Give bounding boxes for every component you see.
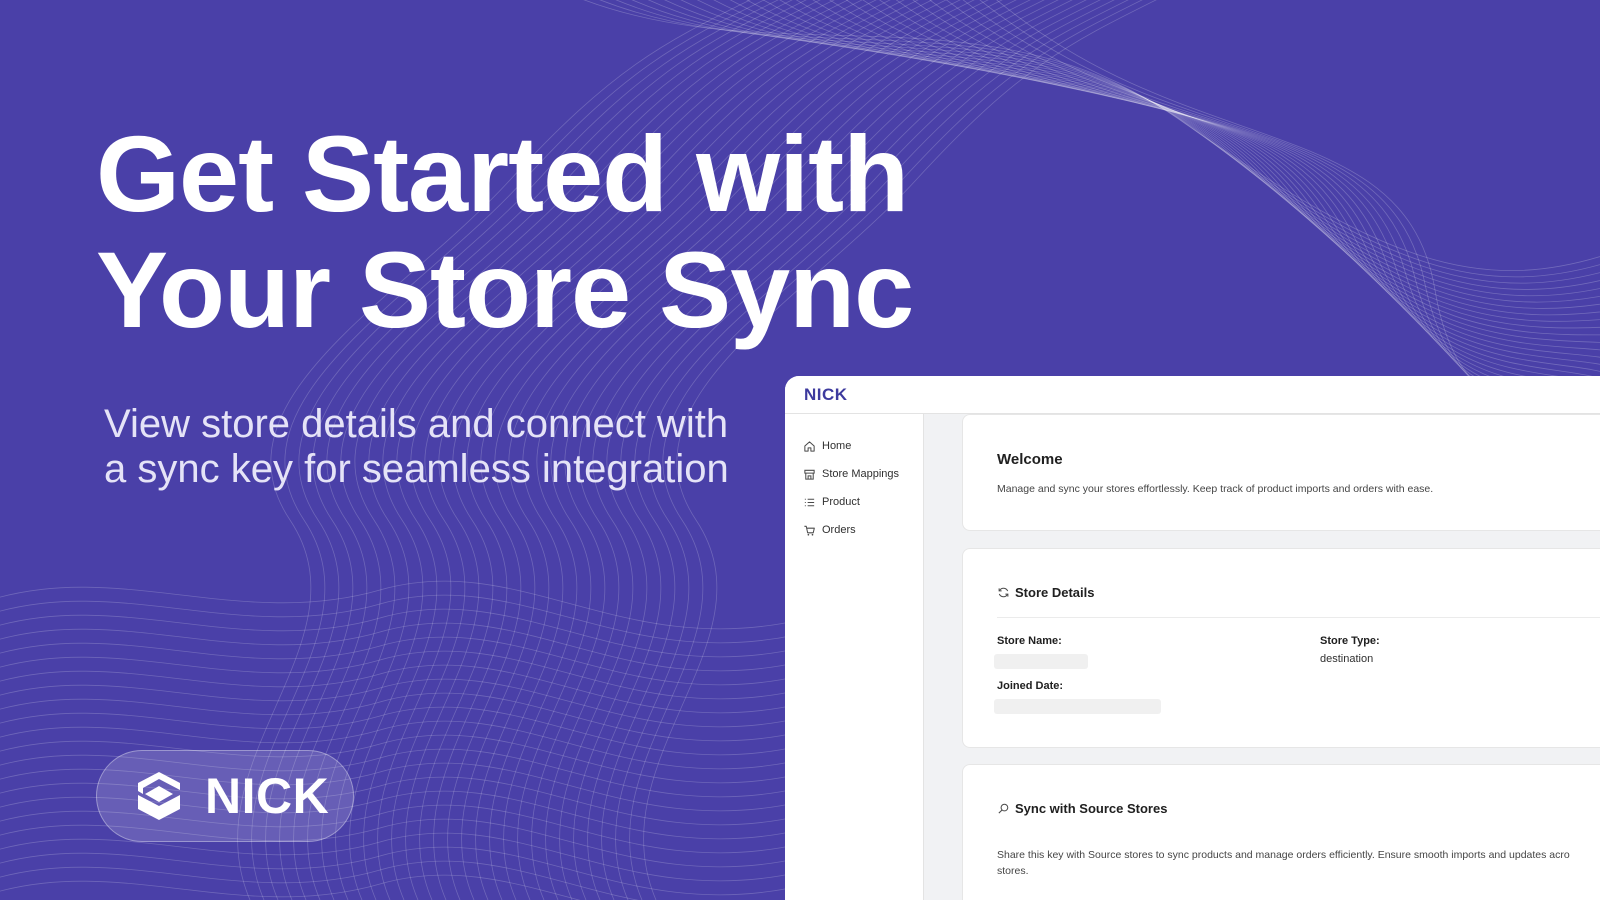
store-details-header: Store Details	[997, 585, 1094, 600]
sync-card: Sync with Source Stores Share this key w…	[962, 764, 1600, 900]
app-sidebar: Home Store Mappings Product Orders	[785, 414, 924, 900]
hero-headline: Get Started with Your Store Sync	[96, 113, 914, 350]
refresh-icon	[998, 587, 1009, 598]
sync-text-line2: stores.	[997, 865, 1029, 877]
wave-line	[912, 0, 1600, 406]
store-details-title: Store Details	[1015, 585, 1095, 600]
wave-line	[0, 594, 801, 644]
sync-header: Sync with Source Stores	[997, 801, 1167, 816]
wave-line	[0, 664, 801, 714]
wave-line	[0, 832, 801, 882]
search-icon	[998, 803, 1009, 814]
wave-line	[0, 580, 801, 630]
wave-line	[879, 0, 1600, 393]
hero-subline-line2: a sync key for seamless integration	[104, 447, 729, 491]
sync-text-line1: Share this key with Source stores to syn…	[997, 849, 1570, 861]
store-name-skeleton	[994, 654, 1088, 669]
store-type-value: destination	[1320, 653, 1374, 665]
cart-icon	[804, 525, 815, 536]
sidebar-item-home[interactable]: Home	[785, 432, 923, 460]
welcome-card: Welcome Manage and sync your stores effo…	[962, 414, 1600, 531]
hero-subline: View store details and connect with a sy…	[104, 402, 729, 492]
brand-badge: NICK	[96, 750, 354, 842]
section-divider	[997, 617, 1600, 618]
joined-date-label: Joined Date:	[997, 680, 1064, 692]
wave-line	[0, 678, 801, 728]
sidebar-item-label: Product	[822, 496, 860, 508]
wave-line	[846, 0, 1600, 379]
wave-line	[0, 706, 801, 756]
sidebar-item-orders[interactable]: Orders	[785, 516, 923, 544]
app-window-preview: NICK Home Store Mappings Product Orders …	[785, 376, 1600, 900]
app-logo[interactable]: NICK	[804, 385, 848, 405]
joined-date-skeleton	[994, 699, 1161, 714]
store-details-card: Store Details Store Name: Store Type: de…	[962, 548, 1600, 748]
shield-cube-icon	[138, 772, 180, 820]
list-icon	[804, 498, 815, 506]
content-gutter	[924, 414, 956, 900]
sync-title: Sync with Source Stores	[1015, 801, 1168, 816]
app-topbar: NICK	[785, 376, 1600, 414]
sidebar-item-store-mappings[interactable]: Store Mappings	[785, 460, 923, 488]
wave-line	[0, 846, 801, 896]
wave-line	[862, 0, 1600, 386]
wave-line	[0, 622, 801, 672]
sidebar-item-product[interactable]: Product	[785, 488, 923, 516]
wave-line	[829, 0, 1600, 372]
wave-line	[0, 608, 801, 658]
store-type-label: Store Type:	[1320, 635, 1380, 647]
wave-line	[896, 0, 1600, 399]
home-icon	[804, 440, 815, 452]
hero-headline-line1: Get Started with	[96, 113, 909, 234]
sidebar-item-label: Orders	[822, 524, 856, 536]
hero-subline-line1: View store details and connect with	[104, 402, 729, 446]
wave-line	[0, 860, 800, 900]
sidebar-item-label: Store Mappings	[822, 468, 900, 480]
welcome-title: Welcome	[997, 451, 1063, 468]
brand-name: NICK	[205, 768, 330, 824]
wave-line	[0, 692, 801, 742]
store-icon	[804, 469, 815, 480]
wave-line	[0, 650, 801, 700]
store-name-label: Store Name:	[997, 635, 1062, 647]
hero-headline-line2: Your Store Sync	[96, 229, 914, 350]
wave-line	[946, 0, 1600, 417]
welcome-text: Manage and sync your stores effortlessly…	[997, 483, 1434, 495]
sidebar-item-label: Home	[822, 440, 852, 452]
